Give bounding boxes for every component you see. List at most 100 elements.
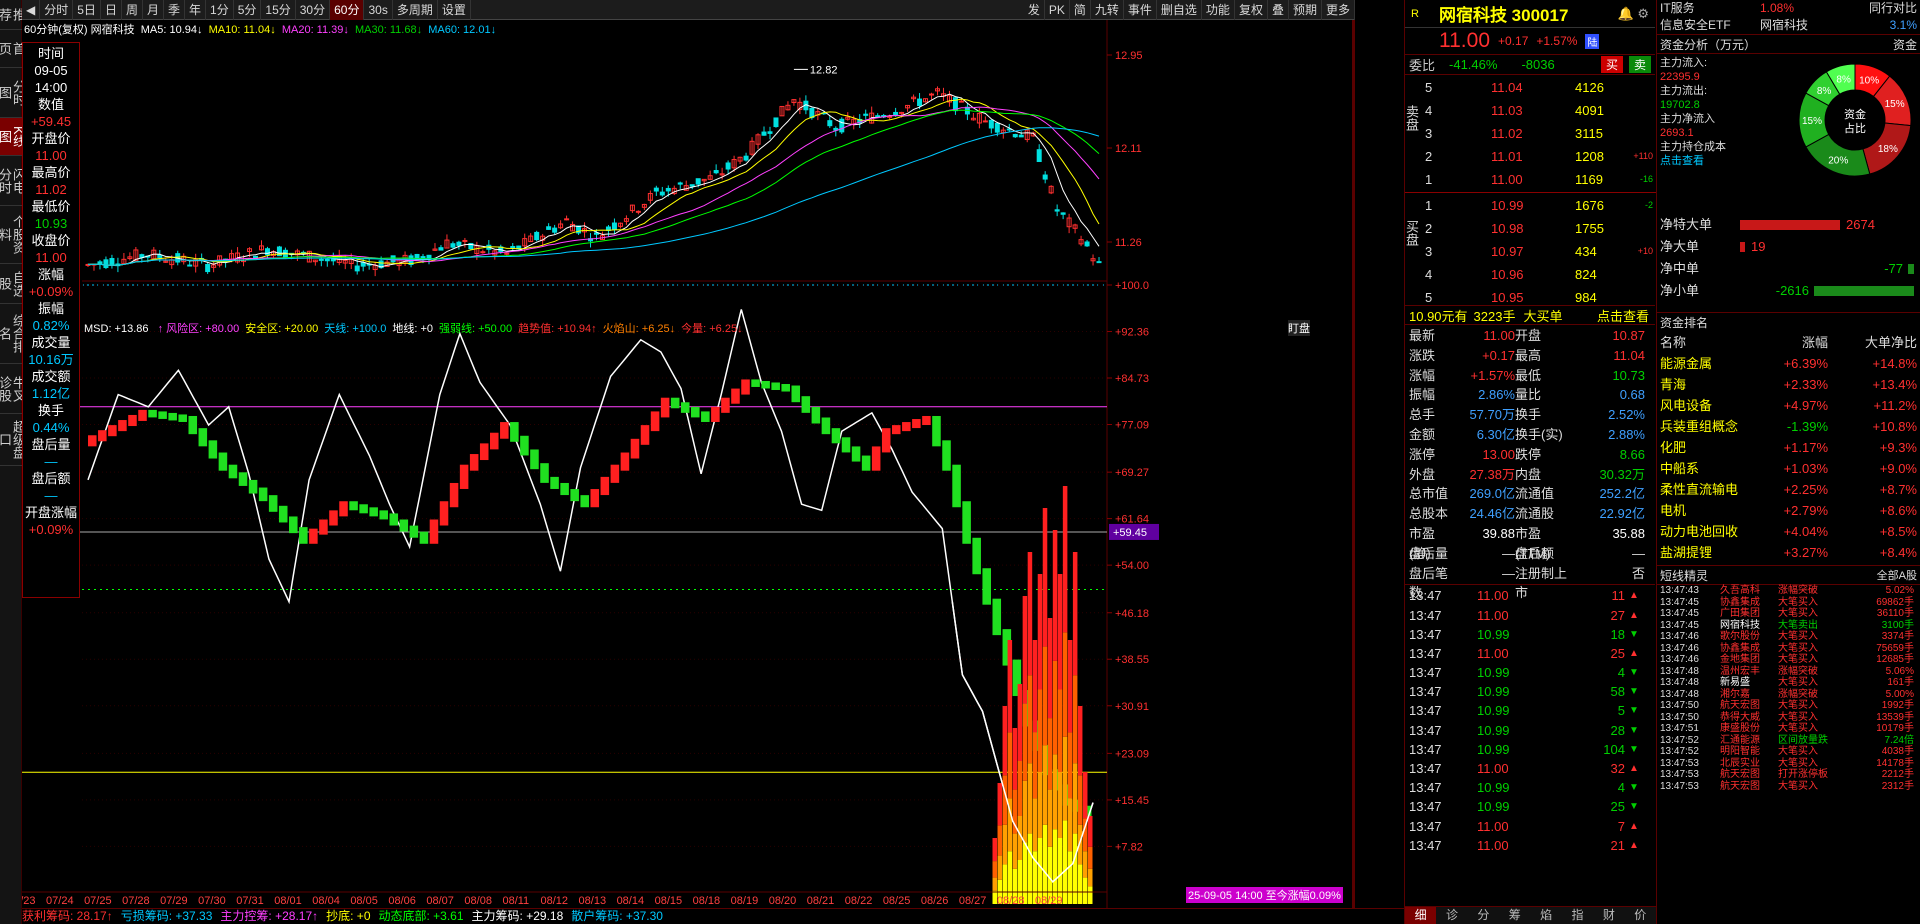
period-tab[interactable]: 60分	[330, 0, 365, 20]
period-tab[interactable]: 5日	[73, 0, 101, 20]
sprite-row[interactable]: 13:47:53 航天宏图 打开涨停板 2212手	[1660, 769, 1917, 781]
sprite-row[interactable]: 13:47:53 北辰实业 大笔买入 14178手	[1660, 758, 1917, 770]
left-nav-item[interactable]: 综合排名	[0, 304, 26, 364]
left-nav-item[interactable]: 超级盘口	[0, 414, 26, 466]
back-arrow-icon[interactable]: ◀	[22, 0, 41, 20]
bid-row[interactable]: 3 10.97 434 +10	[1425, 240, 1653, 263]
rank-row[interactable]: 风电设备 +4.97% +11.2%	[1660, 395, 1917, 416]
tick-tab[interactable]: 指	[1562, 907, 1593, 924]
ask-row[interactable]: 3 11.02 3115	[1425, 122, 1653, 145]
rank-row[interactable]: 兵装重组概念 -1.39% +10.8%	[1660, 416, 1917, 437]
sprite-row[interactable]: 13:47:52 汇通能源 区间放量跌 7.24倍	[1660, 735, 1917, 747]
ask-row[interactable]: 5 11.04 4126	[1425, 76, 1653, 99]
sector-row[interactable]: IT服务 1.08% 同行对比	[1660, 0, 1917, 17]
tick-tab[interactable]: 分	[1468, 907, 1499, 924]
trend-block	[309, 528, 318, 544]
chart-area[interactable]: 12.95 12.11 11.26 12.82 +100.0 +92.36 +84.73 +7…	[22, 20, 1355, 910]
rank-row[interactable]: 青海 +2.33% +13.4%	[1660, 374, 1917, 395]
rank-row[interactable]: 能源金属 +6.39% +14.8%	[1660, 353, 1917, 374]
period-tab[interactable]: 1分	[206, 0, 234, 20]
left-nav-item[interactable]: 自选股	[0, 264, 26, 304]
toolbar-button[interactable]: 更多	[1322, 0, 1355, 20]
sprite-row[interactable]: 13:47:46 协鑫集成 大笔买入 75659手	[1660, 643, 1917, 655]
period-tab[interactable]: 5分	[234, 0, 262, 20]
sprite-row[interactable]: 13:47:48 湘尔嘉 涨幅突破 5.00%	[1660, 689, 1917, 701]
bid-row[interactable]: 1 10.99 1676 -2	[1425, 194, 1653, 217]
toolbar-button[interactable]: 九转	[1091, 0, 1124, 20]
rank-row[interactable]: 盐湖提锂 +3.27% +8.4%	[1660, 542, 1917, 563]
ask-row[interactable]: 1 11.00 1169 -16	[1425, 168, 1653, 191]
tick-tab[interactable]: 焰	[1531, 907, 1562, 924]
period-tab[interactable]: 15分	[261, 0, 296, 20]
toolbar-button[interactable]: 功能	[1202, 0, 1235, 20]
rank-row[interactable]: 动力电池回收 +4.04% +8.5%	[1660, 521, 1917, 542]
toolbar-button[interactable]: 简	[1070, 0, 1091, 20]
period-tab[interactable]: 季	[164, 0, 185, 20]
tick-tab[interactable]: 财	[1593, 907, 1624, 924]
toolbar-button[interactable]: 复权	[1235, 0, 1268, 20]
trend-block	[982, 568, 991, 605]
rank-row[interactable]: 中船系 +1.03% +9.0%	[1660, 458, 1917, 479]
left-nav-item[interactable]: 分时图	[0, 68, 26, 118]
rank-header-cell[interactable]: 大单净比	[1828, 332, 1917, 353]
left-nav-item[interactable]: K线图	[0, 118, 26, 156]
rank-row[interactable]: 柔性直流输电 +2.25% +8.7%	[1660, 479, 1917, 500]
tick-tab[interactable]: 价	[1625, 907, 1656, 924]
period-tab[interactable]: 分时	[40, 0, 74, 20]
period-tab[interactable]: 月	[143, 0, 164, 20]
sprite-row[interactable]: 13:47:48 温州宏丰 涨幅突破 5.06%	[1660, 666, 1917, 678]
rank-header-cell[interactable]: 名称	[1660, 332, 1759, 353]
fund-more[interactable]: 资金	[1893, 36, 1917, 53]
toolbar-button[interactable]: 发	[1024, 0, 1045, 20]
left-nav-item[interactable]: 牛叉诊股	[0, 364, 26, 414]
kline-chart-svg[interactable]: 12.95 12.11 11.26 12.82 +100.0 +92.36 +84.73 +7…	[22, 20, 1355, 910]
rank-row[interactable]: 电机 +2.79% +8.6%	[1660, 500, 1917, 521]
toolbar-button[interactable]: 叠	[1268, 0, 1289, 20]
period-tab[interactable]: 周	[122, 0, 143, 20]
sprite-row[interactable]: 13:47:48 新易盛 大笔买入 161手	[1660, 677, 1917, 689]
ask-row[interactable]: 2 11.01 1208 +110	[1425, 145, 1653, 168]
sprite-row[interactable]: 13:47:46 歌尔股份 大笔买入 3374手	[1660, 631, 1917, 643]
toolbar-button[interactable]: 删自选	[1157, 0, 1202, 20]
period-tab[interactable]: 30s	[364, 0, 393, 20]
sprite-row[interactable]: 13:47:45 广田集团 大笔买入 36110手	[1660, 608, 1917, 620]
toolbar-button[interactable]: 事件	[1124, 0, 1157, 20]
left-nav-item[interactable]: 闪电分时	[0, 156, 26, 206]
ask-row[interactable]: 4 11.03 4091	[1425, 99, 1653, 122]
sprite-row[interactable]: 13:47:52 明阳智能 大笔买入 4038手	[1660, 746, 1917, 758]
sell-button[interactable]: 卖	[1628, 56, 1651, 73]
left-nav-item[interactable]: 首页	[0, 30, 26, 68]
sprite-row[interactable]: 13:47:51 康盛股份 大笔买入 10179手	[1660, 723, 1917, 735]
period-tab[interactable]: 年	[185, 0, 207, 20]
sector-row[interactable]: 信息安全ETF 网宿科技 3.1%	[1660, 17, 1917, 34]
bid-row[interactable]: 4 10.96 824	[1425, 263, 1653, 286]
period-tab[interactable]: 日	[101, 0, 122, 20]
fund-row-value[interactable]: 点击查看	[1660, 154, 1770, 168]
watch-tag[interactable]: 盯盘	[1288, 320, 1310, 336]
left-nav-item[interactable]: 个股资料	[0, 206, 26, 264]
period-tab[interactable]: 30分	[296, 0, 331, 20]
left-nav-item[interactable]: 推荐	[0, 0, 26, 30]
sprite-row[interactable]: 13:47:46 金地集团 大笔买入 12685手	[1660, 654, 1917, 666]
sprite-cell: 75659手	[1876, 642, 1914, 654]
sprite-row[interactable]: 13:47:50 航天宏图 大笔买入 1992手	[1660, 700, 1917, 712]
tick-tab[interactable]: 诊	[1436, 907, 1467, 924]
header-icons[interactable]: 🔔 ⚙	[1618, 6, 1649, 22]
tick-tab[interactable]: 细	[1405, 907, 1437, 924]
buy-button[interactable]: 买	[1600, 56, 1623, 73]
sprite-row[interactable]: 13:47:45 网宿科技 大笔卖出 3100手	[1660, 620, 1917, 632]
toolbar-button[interactable]: PK	[1045, 0, 1070, 20]
sprite-filter[interactable]: 全部A股	[1877, 567, 1917, 583]
bid-row[interactable]: 2 10.98 1755	[1425, 217, 1653, 240]
sprite-row[interactable]: 13:47:53 航天宏图 大笔买入 2312手	[1660, 781, 1917, 793]
sprite-row[interactable]: 13:47:43 久吾高科 涨幅突破 5.02%	[1660, 585, 1917, 597]
period-tab[interactable]: 设置	[438, 0, 471, 20]
bid-row[interactable]: 5 10.95 984	[1425, 286, 1653, 309]
period-tab[interactable]: 多周期	[393, 0, 438, 20]
sprite-row[interactable]: 13:47:45 协鑫集成 大笔买入 69862手	[1660, 597, 1917, 609]
rank-header-cell[interactable]: 涨幅	[1759, 332, 1828, 353]
rank-row[interactable]: 化肥 +1.17% +9.3%	[1660, 437, 1917, 458]
tick-tab[interactable]: 筹	[1499, 907, 1530, 924]
toolbar-button[interactable]: 预期	[1289, 0, 1322, 20]
sprite-row[interactable]: 13:47:50 恭得大威 大笔买入 13539手	[1660, 712, 1917, 724]
